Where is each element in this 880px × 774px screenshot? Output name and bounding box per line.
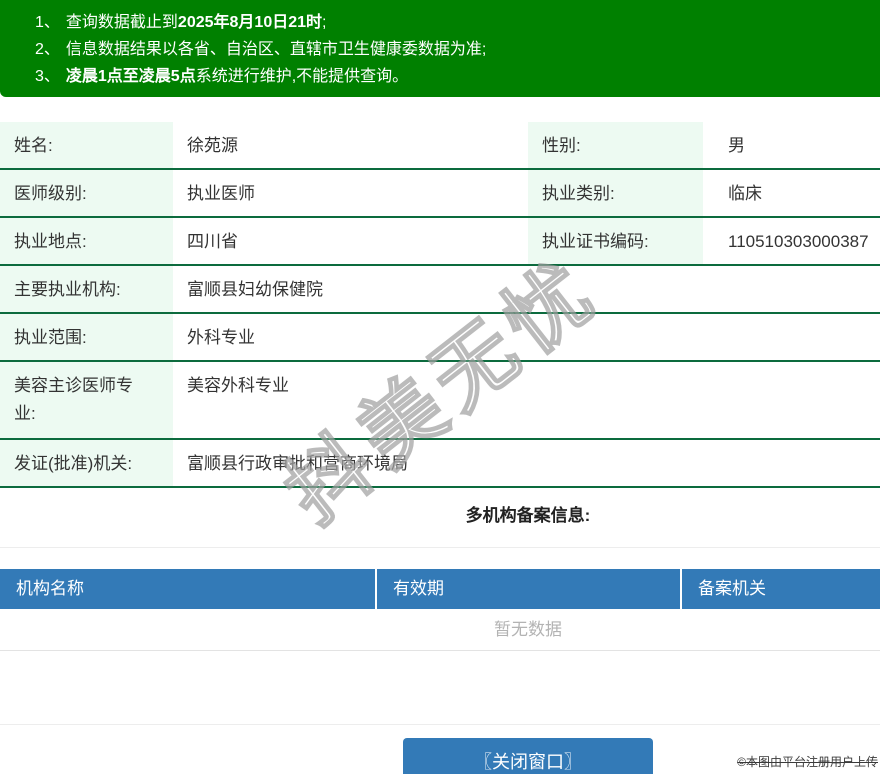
cert-number-value: 110510303000387 <box>728 232 869 251</box>
table-row: 主要执业机构: 富顺县妇幼保健院 <box>0 266 880 314</box>
notice-text: 查询数据截止到 <box>65 14 178 31</box>
notice-item-2: 2、 信息数据结果以各省、自治区、直辖市卫生健康委数据为准; <box>35 36 880 63</box>
table-row: 执业地点: 四川省 执业证书编码: 110510303000387 <box>0 218 880 266</box>
close-window-button[interactable]: 〖关闭窗口〗 <box>403 738 653 774</box>
notice-text-bold: 2025年8月10日21时 <box>177 14 323 31</box>
level-label: 医师级别: <box>0 170 173 216</box>
column-header-validity: 有效期 <box>377 569 680 609</box>
location-value: 四川省 <box>187 232 238 251</box>
doctor-info-table: 姓名: 徐苑源 性别: 男 医师级别: 执业医师 执业类别: 临床 执业地点: … <box>0 122 880 488</box>
empty-data-row: 暂无数据 <box>0 609 880 651</box>
backup-table-header: 机构名称 有效期 备案机关 <box>0 569 880 609</box>
column-header-filing-authority: 备案机关 <box>682 569 880 609</box>
column-header-org-name: 机构名称 <box>0 569 375 609</box>
table-row: 美容主诊医师专业: 美容外科专业 <box>0 362 880 440</box>
table-row: 发证(批准)机关: 富顺县行政审批和营商环境局 <box>0 440 880 488</box>
notice-banner: 1、 查询数据截止到2025年8月10日21时; 2、 信息数据结果以各省、自治区、… <box>0 0 880 97</box>
name-label: 姓名: <box>0 122 173 168</box>
page: 1、 查询数据截止到2025年8月10日21时; 2、 信息数据结果以各省、自治区、… <box>0 0 880 774</box>
table-row: 执业范围: 外科专业 <box>0 314 880 362</box>
notice-item-3: 3、 凌晨1点至凌晨5点系统进行维护,不能提供查询。 <box>35 63 880 90</box>
level-value: 执业医师 <box>187 184 255 203</box>
notice-number: 1、 <box>35 14 60 31</box>
category-value: 临床 <box>728 184 762 203</box>
cert-number-label: 执业证书编码: <box>528 218 703 264</box>
main-org-label: 主要执业机构: <box>0 266 173 312</box>
location-label: 执业地点: <box>0 218 173 264</box>
table-row: 姓名: 徐苑源 性别: 男 <box>0 122 880 170</box>
notice-number: 3、 <box>35 68 60 85</box>
cosmetic-specialty-label: 美容主诊医师专业: <box>0 362 173 438</box>
issuer-value: 富顺县行政审批和营商环境局 <box>187 454 408 473</box>
notice-text: 系统进行维护,不能提供查询。 <box>195 68 409 85</box>
main-org-value: 富顺县妇幼保健院 <box>187 280 323 299</box>
scope-value: 外科专业 <box>187 328 255 347</box>
category-label: 执业类别: <box>528 170 703 216</box>
name-value: 徐苑源 <box>187 136 238 155</box>
notice-number: 2、 <box>35 41 60 58</box>
cosmetic-specialty-value: 美容外科专业 <box>187 376 289 395</box>
notice-text: ; <box>322 14 327 31</box>
notice-item-1: 1、 查询数据截止到2025年8月10日21时; <box>35 9 880 36</box>
notice-text: 信息数据结果以各省、自治区、直辖市卫生健康委数据为准; <box>65 41 487 58</box>
query-result-window: 1、 查询数据截止到2025年8月10日21时; 2、 信息数据结果以各省、自治区、… <box>0 0 880 774</box>
scope-label: 执业范围: <box>0 314 173 360</box>
divider <box>0 547 880 548</box>
notice-text-bold: 凌晨1点至凌晨5点 <box>65 68 196 85</box>
gender-value: 男 <box>728 136 745 155</box>
multi-org-backup-title: 多机构备案信息: <box>465 506 591 525</box>
table-row: 医师级别: 执业医师 执业类别: 临床 <box>0 170 880 218</box>
upload-stamp: ©本图由平台注册用户上传 <box>735 753 880 770</box>
gender-label: 性别: <box>528 122 703 168</box>
issuer-label: 发证(批准)机关: <box>0 440 173 486</box>
